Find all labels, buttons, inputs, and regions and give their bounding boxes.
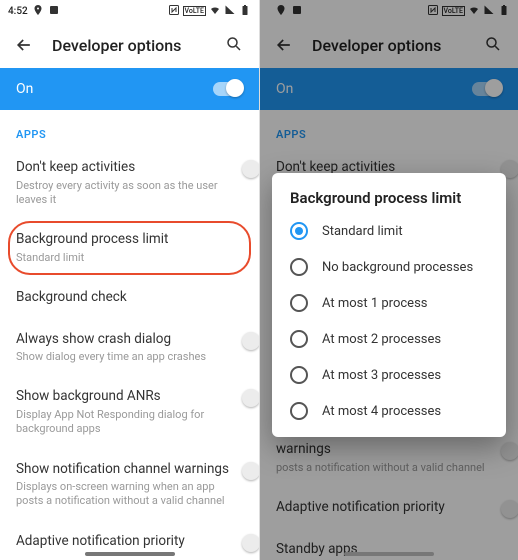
item-title: Always show crash dialog <box>16 331 233 349</box>
dialog-background-process-limit: Background process limit Standard limit … <box>272 173 506 437</box>
dialog-title: Background process limit <box>272 189 506 213</box>
battery-icon <box>239 4 251 19</box>
item-subtitle: Destroy every activity as soon as the us… <box>16 179 233 208</box>
radio-icon <box>290 402 308 420</box>
radio-option-at-most-2[interactable]: At most 2 processes <box>272 321 506 357</box>
radio-option-at-most-3[interactable]: At most 3 processes <box>272 357 506 393</box>
item-show-background-anrs[interactable]: Show background ANRs Display App Not Res… <box>0 376 259 448</box>
item-dont-keep-activities[interactable]: Don't keep activities Destroy every acti… <box>0 147 259 219</box>
master-toggle-label: On <box>16 81 33 97</box>
item-subtitle: Display App Not Responding dialog for ba… <box>16 408 233 437</box>
radio-option-no-background[interactable]: No background processes <box>272 249 506 285</box>
navbar-handle[interactable] <box>344 552 434 556</box>
phone-right: . VoLTE Developer options On APPS Don't … <box>259 0 518 560</box>
item-subtitle: Standard limit <box>16 251 243 265</box>
radio-label: At most 4 processes <box>322 404 441 419</box>
back-icon[interactable] <box>14 35 34 55</box>
radio-icon <box>290 330 308 348</box>
navbar-handle[interactable] <box>85 552 175 556</box>
phone-left: 4:52 VoLTE Developer options On APPS <box>0 0 259 560</box>
item-title: Adaptive notification priority <box>16 533 233 551</box>
item-subtitle: Displays on-screen warning when an app p… <box>16 480 233 509</box>
item-title: Don't keep activities <box>16 159 233 177</box>
item-always-show-crash-dialog[interactable]: Always show crash dialog Show dialog eve… <box>0 319 259 377</box>
signal-icon <box>224 4 236 19</box>
item-title: Background check <box>16 289 243 307</box>
item-subtitle: Show dialog every time an app crashes <box>16 350 233 364</box>
radio-label: Standard limit <box>322 224 403 239</box>
nfc-icon <box>168 4 180 19</box>
app-bar: Developer options <box>0 22 259 68</box>
radio-label: At most 1 process <box>322 296 428 311</box>
radio-icon <box>290 294 308 312</box>
radio-icon <box>290 366 308 384</box>
item-title: Show background ANRs <box>16 388 233 406</box>
app-icon <box>48 4 60 19</box>
item-show-notification-channel-warnings[interactable]: Show notification channel warnings Displ… <box>0 449 259 521</box>
wifi-icon <box>209 4 221 19</box>
location-icon <box>32 4 44 19</box>
search-icon[interactable] <box>225 35 245 55</box>
page-title: Developer options <box>52 36 207 55</box>
status-bar: 4:52 VoLTE <box>0 0 259 22</box>
radio-label: At most 2 processes <box>322 332 441 347</box>
radio-label: No background processes <box>322 260 473 275</box>
radio-label: At most 3 processes <box>322 368 441 383</box>
radio-option-at-most-4[interactable]: At most 4 processes <box>272 393 506 429</box>
master-switch[interactable] <box>213 82 243 96</box>
radio-icon <box>290 258 308 276</box>
radio-option-standard-limit[interactable]: Standard limit <box>272 213 506 249</box>
radio-option-at-most-1[interactable]: At most 1 process <box>272 285 506 321</box>
item-background-check[interactable]: Background check <box>0 277 259 319</box>
section-header-apps: APPS <box>0 110 259 147</box>
volte-badge: VoLTE <box>183 6 206 16</box>
radio-icon <box>290 222 308 240</box>
status-time: 4:52 <box>8 6 28 17</box>
item-title: Background process limit <box>16 231 243 249</box>
master-toggle[interactable]: On <box>0 68 259 110</box>
item-title: Show notification channel warnings <box>16 461 233 479</box>
item-background-process-limit[interactable]: Background process limit Standard limit <box>0 219 259 277</box>
